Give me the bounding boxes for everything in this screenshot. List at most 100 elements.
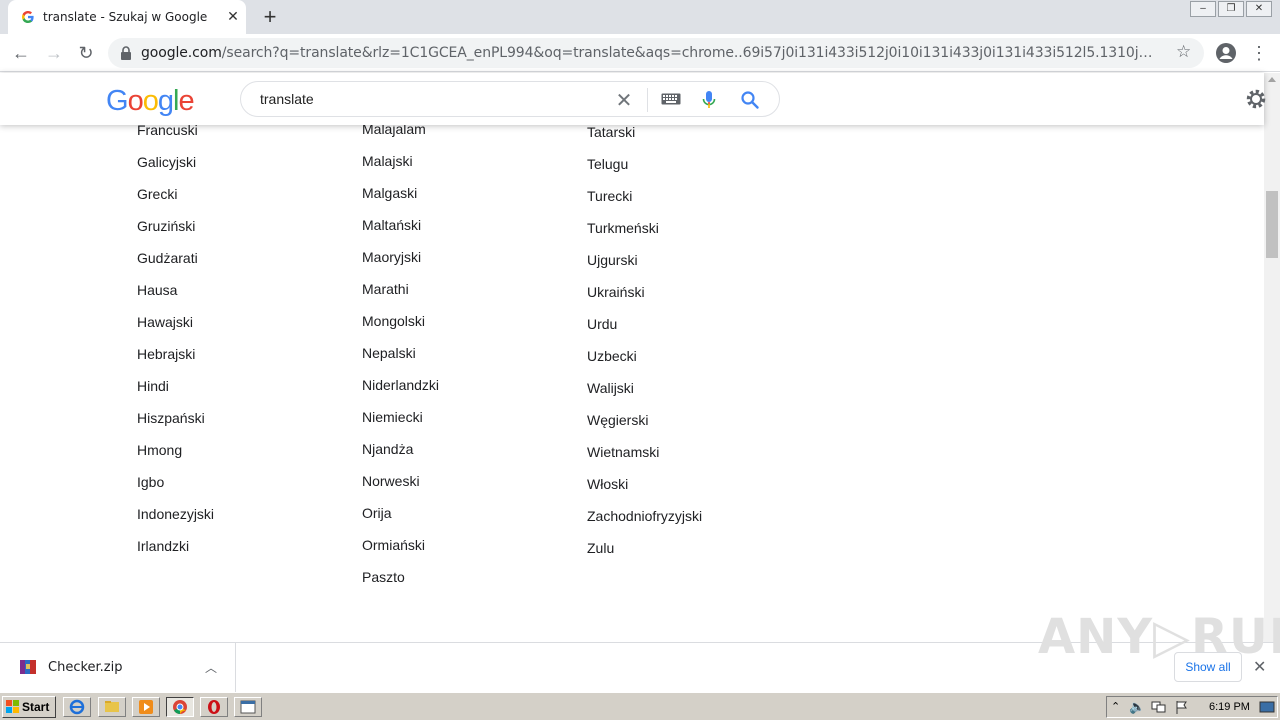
language-link[interactable]: Hmong bbox=[137, 442, 182, 458]
language-link[interactable]: Njandża bbox=[362, 441, 413, 457]
scrollbar-thumb[interactable] bbox=[1266, 191, 1278, 258]
chevron-up-icon[interactable]: ︿ bbox=[205, 659, 217, 676]
page-scrollbar[interactable] bbox=[1264, 73, 1280, 642]
google-logo-letter: e bbox=[178, 85, 194, 117]
zip-archive-icon bbox=[20, 660, 36, 674]
search-input[interactable]: translate bbox=[260, 91, 314, 107]
language-link[interactable]: Hebrajski bbox=[137, 346, 195, 362]
windows-taskbar: Start ⌃ 🔈 6:19 PM bbox=[0, 692, 1280, 720]
browser-tab[interactable]: translate - Szukaj w Google ✕ bbox=[8, 0, 246, 34]
close-window-icon[interactable]: ✕ bbox=[1246, 1, 1272, 17]
google-logo-letter: o bbox=[142, 85, 159, 117]
language-link[interactable]: Irlandzki bbox=[137, 538, 189, 554]
scroll-up-arrow-icon[interactable] bbox=[1268, 77, 1276, 82]
file-explorer-icon[interactable] bbox=[98, 697, 126, 717]
language-link[interactable]: Francuski bbox=[137, 125, 198, 138]
language-link[interactable]: Telugu bbox=[587, 156, 628, 172]
language-link[interactable]: Niderlandzki bbox=[362, 377, 439, 393]
language-link[interactable]: Igbo bbox=[137, 474, 164, 490]
minimize-window-icon[interactable]: – bbox=[1190, 1, 1216, 17]
address-bar[interactable]: google.com/search?q=translate&rlz=1C1GCE… bbox=[108, 38, 1204, 68]
language-link[interactable]: Maltański bbox=[362, 217, 421, 233]
language-link[interactable]: Turecki bbox=[587, 188, 632, 204]
language-link[interactable]: Paszto bbox=[362, 569, 405, 585]
language-link[interactable]: Węgierski bbox=[587, 412, 648, 428]
google-logo[interactable]: Google bbox=[106, 85, 195, 118]
microphone-icon[interactable] bbox=[702, 90, 716, 110]
language-link[interactable]: Urdu bbox=[587, 316, 617, 332]
language-link[interactable]: Malajski bbox=[362, 153, 413, 169]
language-link[interactable]: Ukraiński bbox=[587, 284, 645, 300]
google-logo-letter: g bbox=[157, 85, 174, 117]
search-box[interactable]: translate ✕ bbox=[240, 81, 780, 117]
language-link[interactable]: Maoryjski bbox=[362, 249, 421, 265]
language-link[interactable]: Galicyjski bbox=[137, 154, 196, 170]
language-link[interactable]: Malajalam bbox=[362, 125, 426, 137]
show-desktop-icon[interactable] bbox=[1259, 700, 1275, 714]
profile-avatar-icon[interactable] bbox=[1215, 42, 1237, 64]
language-link[interactable]: Ormiański bbox=[362, 537, 425, 553]
language-link[interactable]: Orija bbox=[362, 505, 392, 521]
language-link[interactable]: Gruziński bbox=[137, 218, 195, 234]
clear-search-icon[interactable]: ✕ bbox=[614, 88, 634, 113]
search-divider bbox=[647, 88, 648, 112]
language-link[interactable]: Marathi bbox=[362, 281, 409, 297]
language-link[interactable]: Malgaski bbox=[362, 185, 417, 201]
language-link[interactable]: Turkmeński bbox=[587, 220, 659, 236]
start-button[interactable]: Start bbox=[2, 696, 56, 718]
show-all-button[interactable]: Show all bbox=[1174, 652, 1242, 682]
restore-window-icon[interactable]: ❐ bbox=[1218, 1, 1244, 17]
language-link[interactable]: Hiszpański bbox=[137, 410, 205, 426]
language-link[interactable]: Niemiecki bbox=[362, 409, 423, 425]
volume-icon[interactable]: 🔈 bbox=[1129, 699, 1145, 715]
language-link[interactable]: Grecki bbox=[137, 186, 177, 202]
download-bar: Checker.zip ︿ ANY▷RUN Show all ✕ bbox=[0, 609, 1280, 693]
language-link[interactable]: Hindi bbox=[137, 378, 169, 394]
google-search-header: Google translate ✕ bbox=[0, 73, 1266, 125]
media-player-icon[interactable] bbox=[132, 697, 160, 717]
taskbar-clock[interactable]: 6:19 PM bbox=[1209, 701, 1250, 713]
language-link[interactable]: Uzbecki bbox=[587, 348, 637, 364]
language-link[interactable]: Nepalski bbox=[362, 345, 416, 361]
new-tab-plus-icon[interactable]: + bbox=[258, 6, 282, 28]
close-download-bar-icon[interactable]: ✕ bbox=[1253, 657, 1266, 677]
language-link[interactable]: Walijski bbox=[587, 380, 634, 396]
anyrun-watermark: ANY▷RUN bbox=[1038, 609, 1280, 665]
system-tray: ⌃ 🔈 6:19 PM bbox=[1106, 696, 1278, 718]
opera-icon[interactable] bbox=[200, 697, 228, 717]
google-logo-letter: G bbox=[106, 85, 129, 117]
language-list: Francuski Galicyjski Grecki Gruziński Gudżar… bbox=[0, 125, 1264, 642]
language-link[interactable]: Włoski bbox=[587, 476, 628, 492]
reload-icon[interactable]: ↻ bbox=[75, 42, 97, 64]
search-magnifier-icon[interactable] bbox=[740, 90, 760, 110]
language-link[interactable]: Zulu bbox=[587, 540, 614, 556]
url-text: google.com/search?q=translate&rlz=1C1GCE… bbox=[141, 45, 1161, 61]
action-center-flag-icon[interactable] bbox=[1175, 700, 1189, 714]
keyboard-icon[interactable] bbox=[661, 93, 681, 105]
language-link[interactable]: Hawajski bbox=[137, 314, 193, 330]
forward-arrow-icon[interactable]: → bbox=[43, 42, 65, 64]
back-arrow-icon[interactable]: ← bbox=[10, 42, 32, 64]
start-label: Start bbox=[22, 700, 50, 714]
language-link[interactable]: Hausa bbox=[137, 282, 177, 298]
download-item[interactable]: Checker.zip ︿ bbox=[0, 643, 236, 693]
app-window-icon[interactable] bbox=[234, 697, 262, 717]
language-link[interactable]: Tatarski bbox=[587, 125, 635, 140]
google-favicon-icon bbox=[22, 11, 34, 23]
language-link[interactable]: Mongolski bbox=[362, 313, 425, 329]
chrome-menu-icon[interactable]: ⋮ bbox=[1250, 42, 1268, 64]
language-link[interactable]: Gudżarati bbox=[137, 250, 198, 266]
settings-gear-icon[interactable] bbox=[1244, 87, 1268, 111]
tab-close-icon[interactable]: ✕ bbox=[225, 8, 241, 24]
internet-explorer-icon[interactable] bbox=[63, 697, 91, 717]
language-link[interactable]: Ujgurski bbox=[587, 252, 638, 268]
tab-strip: translate - Szukaj w Google ✕ + – ❐ ✕ bbox=[0, 0, 1280, 34]
language-link[interactable]: Norweski bbox=[362, 473, 420, 489]
language-link[interactable]: Wietnamski bbox=[587, 444, 659, 460]
bookmark-star-icon[interactable]: ☆ bbox=[1176, 42, 1191, 62]
network-icon[interactable] bbox=[1151, 700, 1167, 714]
language-link[interactable]: Zachodniofryzyjski bbox=[587, 508, 702, 524]
language-link[interactable]: Indonezyjski bbox=[137, 506, 214, 522]
tray-expand-icon[interactable]: ⌃ bbox=[1111, 700, 1120, 713]
chrome-taskbar-icon[interactable] bbox=[166, 697, 194, 717]
